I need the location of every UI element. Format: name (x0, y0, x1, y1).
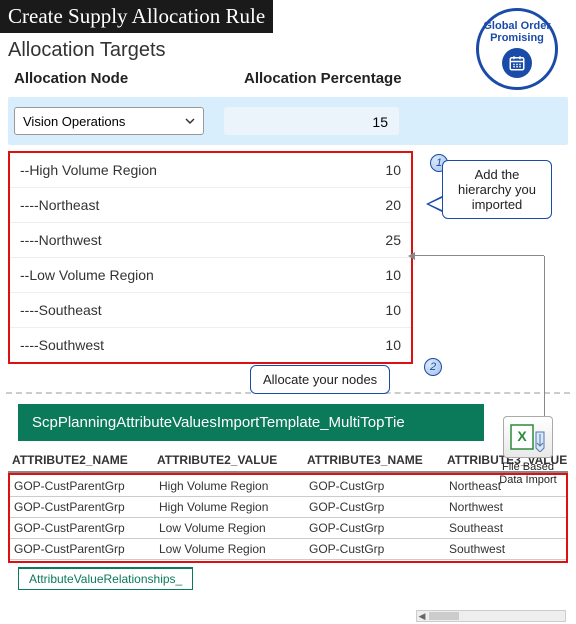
table-cell: Northwest (445, 500, 566, 514)
chevron-down-icon (185, 114, 195, 129)
file-import-label-2: Data Import (492, 474, 564, 487)
hierarchy-row[interactable]: ----Northwest 25 (10, 222, 411, 257)
badge-line1: Global Order (483, 20, 550, 32)
attribute-table: ATTRIBUTE2_NAME ATTRIBUTE2_VALUE ATTRIBU… (8, 449, 568, 563)
allocation-node-select[interactable]: Vision Operations (14, 107, 204, 135)
step-marker-2: 2 (424, 358, 442, 376)
callout-tail-icon (426, 196, 442, 212)
column-headers: Allocation Node Allocation Percentage (8, 66, 568, 97)
select-value: Vision Operations (23, 114, 125, 129)
col-header-node: Allocation Node (14, 70, 244, 87)
table-cell: Southeast (445, 521, 566, 535)
hierarchy-row[interactable]: ----Northeast 20 (10, 187, 411, 222)
hierarchy-name: ----Northeast (20, 197, 351, 213)
connector-arrow-icon (414, 255, 544, 256)
excel-import-icon: X (503, 416, 553, 458)
table-cell: High Volume Region (155, 500, 305, 514)
table-cell: GOP-CustGrp (305, 479, 445, 493)
table-cell: High Volume Region (155, 479, 305, 493)
table-cell: GOP-CustParentGrp (10, 500, 155, 514)
hierarchy-value: 10 (351, 302, 401, 318)
table-cell: GOP-CustParentGrp (10, 542, 155, 556)
hierarchy-name: ----Southeast (20, 302, 351, 318)
table-cell: Low Volume Region (155, 542, 305, 556)
callout-allocate-nodes: Allocate your nodes (250, 365, 390, 394)
hierarchy-name: ----Northwest (20, 232, 351, 248)
table-header: ATTRIBUTE2_VALUE (153, 453, 303, 467)
table-header: ATTRIBUTE2_NAME (8, 453, 153, 467)
hierarchy-value: 10 (351, 162, 401, 178)
hierarchy-name: ----Southwest (20, 337, 351, 353)
table-row[interactable]: GOP-CustParentGrp Low Volume Region GOP-… (10, 539, 566, 560)
table-row[interactable]: GOP-CustParentGrp High Volume Region GOP… (10, 497, 566, 518)
file-based-data-import[interactable]: X File Based Data Import (492, 416, 564, 486)
hierarchy-list: --High Volume Region 10 ----Northeast 20… (8, 151, 413, 364)
hierarchy-value: 10 (351, 267, 401, 283)
scroll-thumb[interactable] (429, 612, 459, 620)
hierarchy-row[interactable]: ----Southwest 10 (10, 327, 411, 362)
table-cell: Low Volume Region (155, 521, 305, 535)
table-row[interactable]: GOP-CustParentGrp High Volume Region GOP… (10, 476, 566, 497)
selected-node-row: Vision Operations 15 (8, 97, 568, 145)
scroll-left-icon[interactable]: ◀ (417, 611, 427, 622)
hierarchy-row[interactable]: --High Volume Region 10 (10, 153, 411, 187)
sheet-tab[interactable]: AttributeValueRelationships_ (18, 567, 193, 590)
page-title: Create Supply Allocation Rule (0, 0, 273, 33)
table-cell: Southwest (445, 542, 566, 556)
table-cell: GOP-CustGrp (305, 521, 445, 535)
table-cell: GOP-CustParentGrp (10, 479, 155, 493)
col-header-pct: Allocation Percentage (244, 70, 562, 87)
hierarchy-value: 10 (351, 337, 401, 353)
highlighted-rows: GOP-CustParentGrp High Volume Region GOP… (8, 473, 568, 563)
horizontal-scrollbar[interactable]: ◀ (416, 610, 566, 622)
svg-text:X: X (517, 428, 527, 444)
table-cell: GOP-CustGrp (305, 500, 445, 514)
hierarchy-name: --High Volume Region (20, 162, 351, 178)
table-header: ATTRIBUTE3_NAME (303, 453, 443, 467)
hierarchy-row[interactable]: --Low Volume Region 10 (10, 257, 411, 292)
callout-add-hierarchy: Add the hierarchy you imported (442, 160, 552, 219)
allocation-pct-input[interactable]: 15 (224, 107, 399, 135)
table-cell: GOP-CustGrp (305, 542, 445, 556)
badge-line2: Promising (490, 32, 544, 44)
file-import-label-1: File Based (492, 461, 564, 474)
hierarchy-row[interactable]: ----Southeast 10 (10, 292, 411, 327)
hierarchy-name: --Low Volume Region (20, 267, 351, 283)
table-cell: GOP-CustParentGrp (10, 521, 155, 535)
template-filename: ScpPlanningAttributeValuesImportTemplate… (18, 404, 484, 441)
table-row[interactable]: GOP-CustParentGrp Low Volume Region GOP-… (10, 518, 566, 539)
hierarchy-value: 25 (351, 232, 401, 248)
hierarchy-value: 20 (351, 197, 401, 213)
table-header-row: ATTRIBUTE2_NAME ATTRIBUTE2_VALUE ATTRIBU… (8, 449, 568, 473)
